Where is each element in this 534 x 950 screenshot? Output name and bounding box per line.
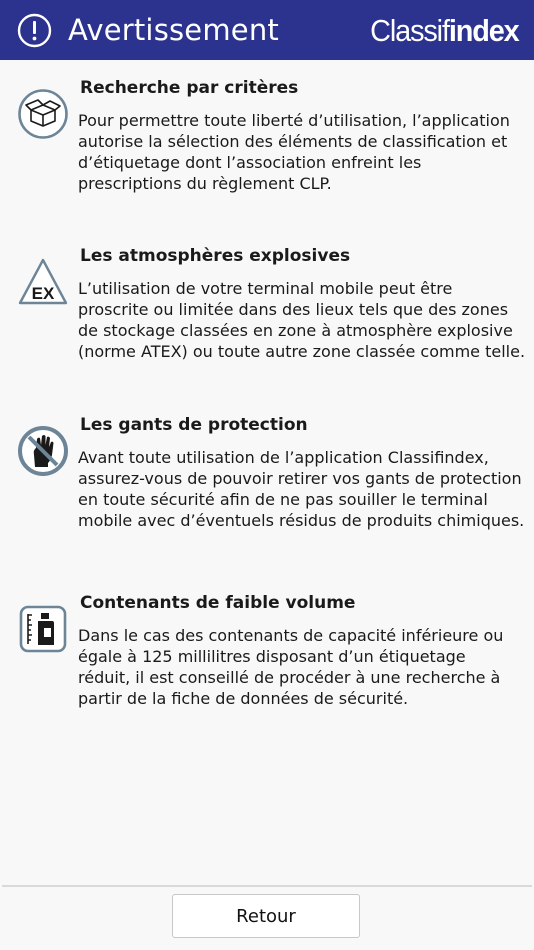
ex-label: EX: [32, 284, 55, 303]
back-button[interactable]: Retour: [172, 894, 360, 938]
section-title: Les gants de protection: [80, 415, 308, 435]
page-title: Avertissement: [68, 13, 279, 47]
section-text: Pour permettre toute liberté d’utilisati…: [78, 111, 510, 193]
brand-logo-part2: index: [449, 13, 520, 48]
section-title: Les atmosphères explosives: [80, 246, 351, 266]
open-box-icon: [18, 89, 68, 139]
header-bar: Avertissement Classifindex: [0, 0, 534, 60]
section-text: L’utilisation de votre terminal mobile p…: [78, 279, 526, 361]
brand-logo-part1: Classif: [370, 13, 451, 48]
footer-divider: [2, 885, 532, 887]
section-text: Avant toute utilisation de l’application…: [78, 448, 525, 530]
section-title: Recherche par critères: [80, 78, 299, 98]
section-text: Dans le cas des contenants de capacité i…: [78, 626, 504, 708]
no-gloves-icon: [18, 426, 68, 476]
ex-triangle-icon: EX: [18, 258, 68, 305]
section-title: Contenants de faible volume: [80, 593, 356, 613]
warning-circle-icon: [17, 13, 52, 48]
small-container-icon: [19, 605, 67, 653]
brand-logo: Classifindex: [370, 12, 521, 50]
